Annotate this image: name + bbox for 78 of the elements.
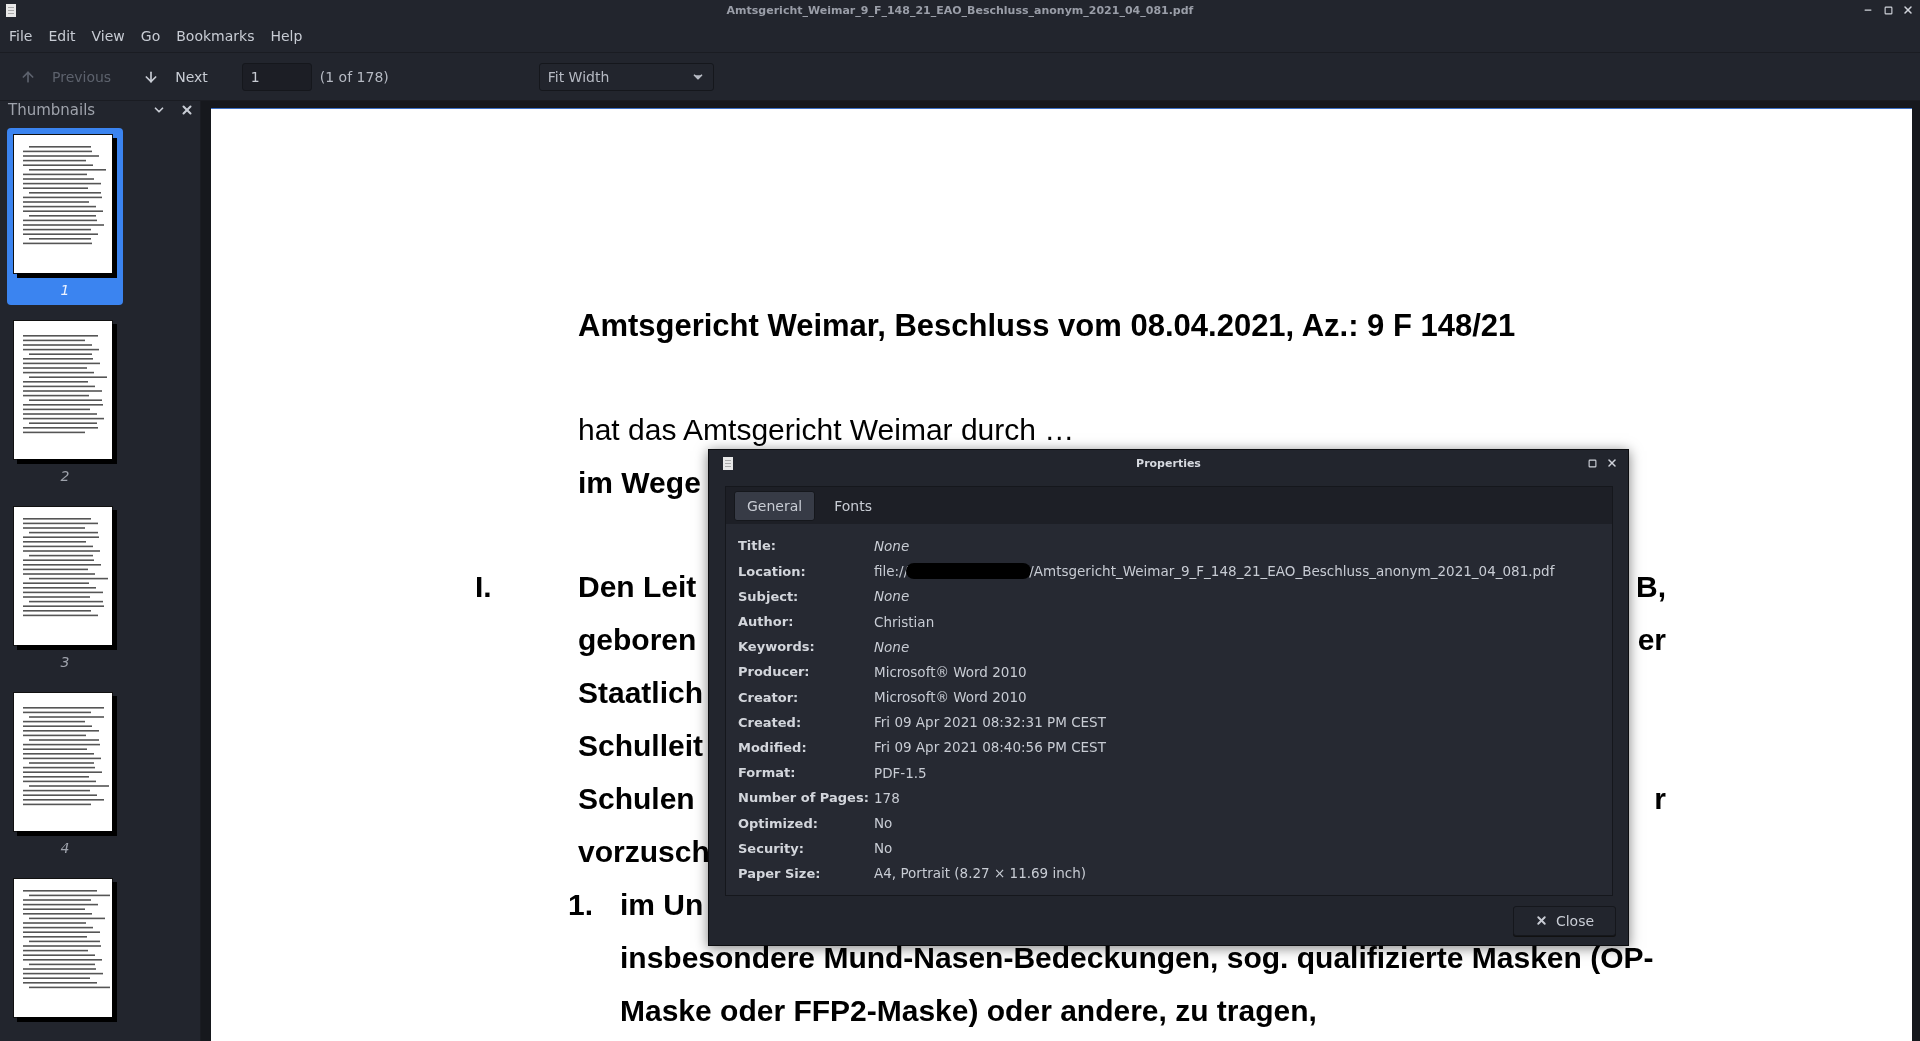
page-number-field[interactable]: 1 [241,62,312,91]
maximize-button[interactable] [1586,457,1598,469]
menu-item[interactable]: File [1,24,41,48]
tab[interactable]: General [734,490,816,521]
dialog-icon [723,456,733,470]
property-label: Keywords: [738,639,816,655]
property-label: Paper Size: [738,865,822,881]
close-dialog-button[interactable]: Close [1513,905,1616,936]
property-value: Fri 09 Apr 2021 08:40:56 PM CEST [874,739,1107,756]
menu-item[interactable]: Bookmarks [168,24,263,48]
tab[interactable]: Fonts [821,490,885,521]
sidebar-close-button[interactable] [180,103,194,117]
maximize-icon [1587,458,1597,468]
property-label: Author: [738,614,795,630]
close-icon [1606,457,1618,469]
property-label: Security: [738,840,805,856]
property-value: None [874,588,911,605]
close-icon [1534,914,1548,927]
property-label: Creator: [738,689,800,705]
document-text: hat das Amtsgericht Weimar durch … [578,412,1075,447]
property-value: Microsoft® Word 2010 [874,663,1028,680]
property-value: None [874,638,911,655]
zoom-dropdown[interactable]: Fit Width [538,62,714,91]
property-label: Modified: [738,739,808,755]
property-label: Title: [738,538,777,554]
property-label: Optimized: [738,815,819,831]
next-button[interactable]: Next [135,64,216,89]
maximize-icon [1883,5,1893,15]
property-label: Location: [738,563,807,579]
property-value: Fri 09 Apr 2021 08:32:31 PM CEST [874,714,1107,731]
document-text: vorzusch [578,834,710,869]
document-text: Staatlich [578,675,704,710]
document-heading: Amtsgericht Weimar, Beschluss vom 08.04.2021, Az.: 9 F 148/21 [578,307,1516,344]
property-value: No [874,815,894,832]
property-label: Created: [738,714,803,730]
property-value: A4, Portrait (8.27 × 11.69 inch) [874,865,1088,882]
menu-item[interactable]: Go [132,24,169,48]
property-value: Christian [874,613,936,630]
document-text: er [1637,622,1666,657]
document-text: Maske oder FFP2-Maske) oder andere, zu tragen, [620,993,1317,1028]
thumbnail-item[interactable]: 3 [7,500,123,677]
dialog-title: Properties [1136,456,1201,470]
property-value: /Amtsgericht_Weimar_9_F_148_21_EAO_Beschluss_anonym_2021_04_081.pdf [1029,563,1555,580]
sidebar-title: Thumbnails [8,101,97,119]
menu-item[interactable]: Edit [40,24,84,48]
menu-item[interactable]: Help [262,24,311,48]
document-text: im Un [620,887,704,922]
document-text: r [1654,781,1666,816]
document-text: im Wege [578,465,701,500]
document-text: geboren [578,622,697,657]
app-icon [6,3,16,17]
document-text: insbesondere Mund-Nasen-Bedeckungen, sog. qualifizierte Masken (OP- [620,940,1654,975]
property-value: 178 [874,789,901,806]
maximize-button[interactable] [1882,4,1894,16]
close-icon [180,103,194,117]
close-button[interactable] [1606,457,1618,469]
property-value: Microsoft® Word 2010 [874,689,1028,706]
thumbnail-item[interactable]: 4 [7,686,123,863]
close-icon [1902,4,1914,16]
property-value: No [874,840,894,857]
property-value: file:// [874,563,909,580]
list-marker: I. [475,569,493,605]
page-count: (1 of 178) [319,68,389,85]
property-label: Format: [738,765,797,781]
close-button[interactable] [1902,4,1914,16]
document-text: Den Leit [578,569,697,604]
list-marker: 1. [568,887,595,923]
property-label: Number of Pages: [738,790,870,806]
document-text: Schulleit [578,728,704,763]
document-text: B, [1636,569,1666,604]
property-label: Producer: [738,664,811,680]
property-label: Subject: [738,588,800,604]
window-title: Amtsgericht_Weimar_9_F_148_21_EAO_Beschluss_anonym_2021_04_081.pdf [726,3,1194,17]
property-value: None [874,537,911,554]
thumbnail-item[interactable]: 2 [7,314,123,491]
document-text: Schulen [578,781,695,816]
property-value: PDF-1.5 [874,764,928,781]
menu-item[interactable]: View [83,24,133,48]
